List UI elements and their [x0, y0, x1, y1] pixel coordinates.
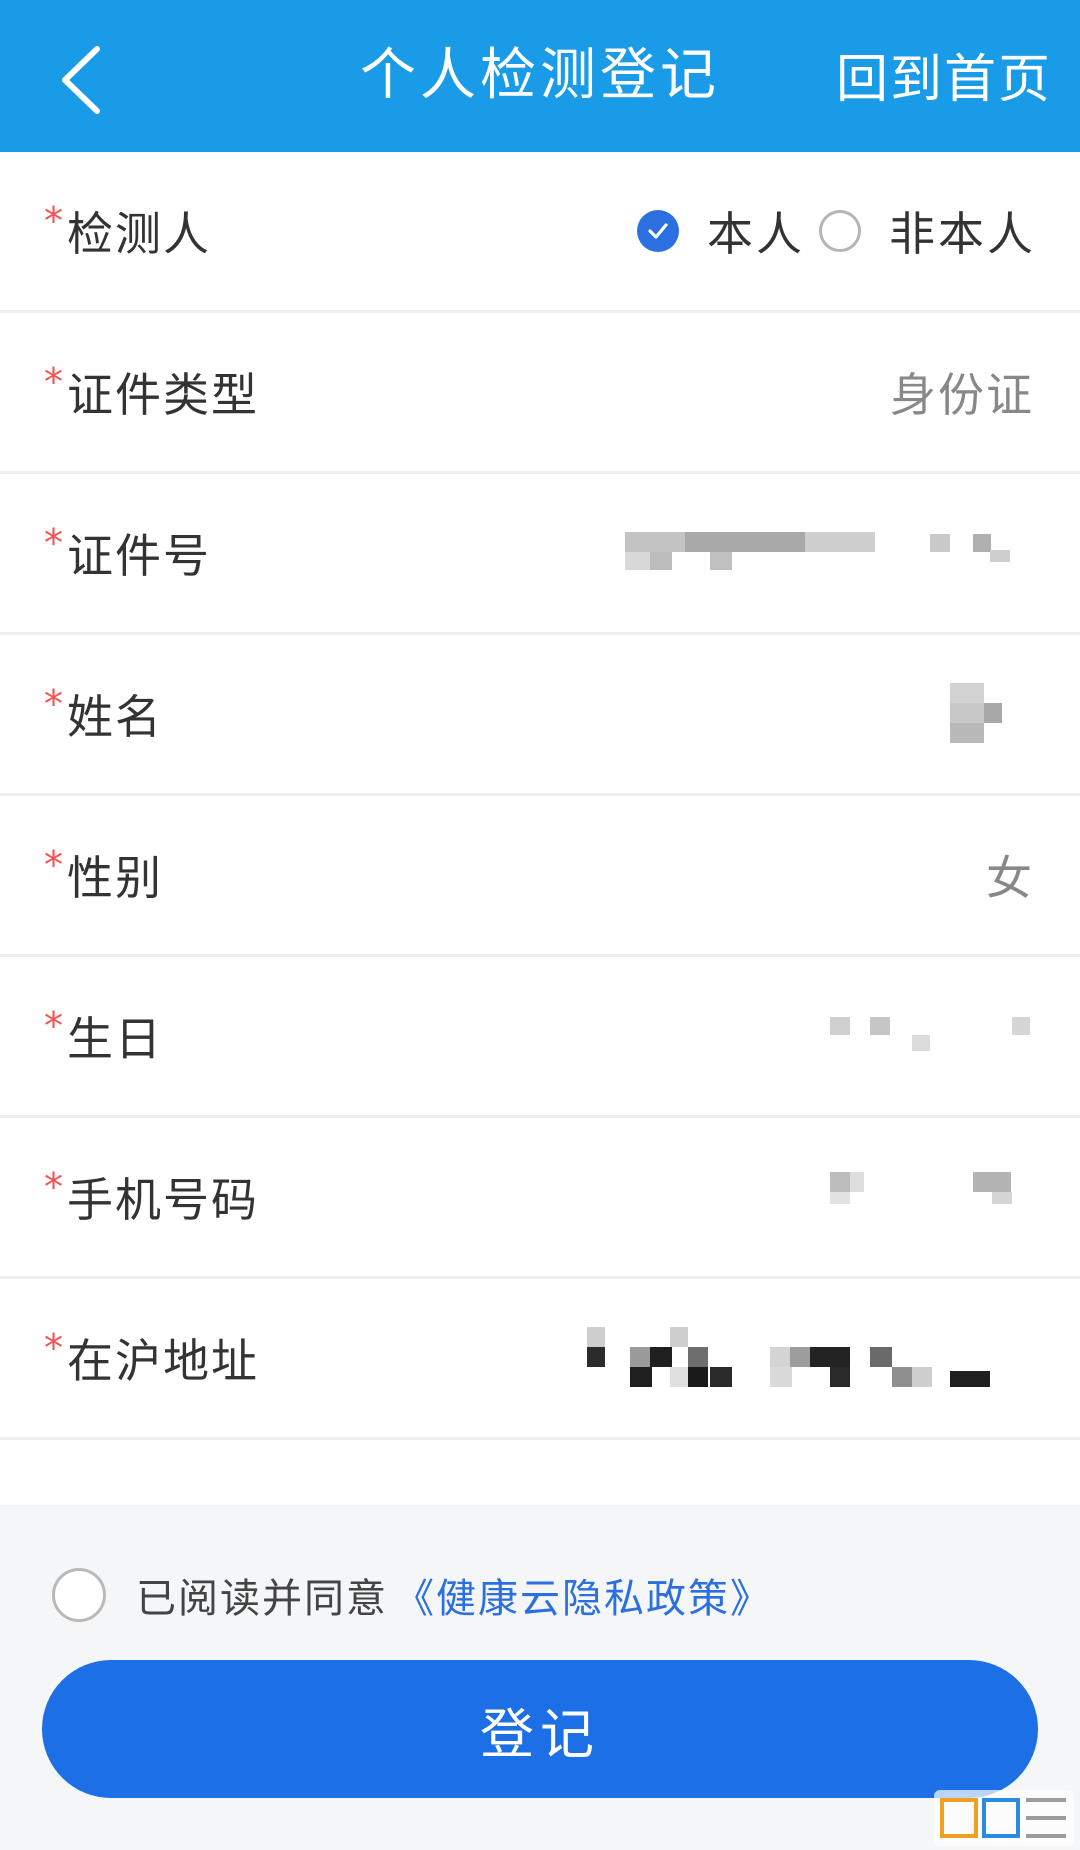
name-label-text: 姓名	[67, 690, 163, 744]
gender-label: * 性别	[44, 796, 163, 954]
id-type-value[interactable]: 身份证	[890, 313, 1034, 471]
agreement-checkbox[interactable]	[52, 1568, 106, 1622]
radio-self-label: 本人	[707, 207, 805, 261]
required-mark: *	[44, 843, 65, 887]
address-label-text: 在沪地址	[67, 1334, 259, 1388]
radio-unchecked-icon	[819, 210, 861, 252]
phone-label-text: 手机号码	[67, 1173, 259, 1227]
name-label: * 姓名	[44, 635, 163, 793]
required-mark: *	[44, 1165, 65, 1209]
id-type-label-text: 证件类型	[67, 368, 259, 422]
app-screen: 个人检测登记 回到首页 * 检测人 本人 非本人 * 证件类型 身份证 * 证件…	[0, 0, 1080, 1850]
address-redacted[interactable]	[585, 1327, 1005, 1397]
id-number-row: * 证件号	[0, 474, 1080, 635]
gender-value[interactable]: 女	[986, 796, 1034, 954]
birthday-redacted[interactable]	[830, 1017, 1030, 1067]
id-type-label: * 证件类型	[44, 313, 259, 471]
gender-label-text: 性别	[67, 851, 163, 905]
birthday-row: * 生日	[0, 957, 1080, 1118]
radio-other-label: 非本人	[889, 207, 1036, 261]
tester-label: * 检测人	[44, 152, 211, 310]
gender-row[interactable]: * 性别 女	[0, 796, 1080, 957]
required-mark: *	[44, 1004, 65, 1048]
id-number-redacted[interactable]	[625, 524, 1025, 584]
name-redacted[interactable]	[950, 683, 1020, 747]
radio-other[interactable]: 非本人	[819, 198, 1036, 264]
birthday-label: * 生日	[44, 957, 163, 1115]
radio-checked-icon	[637, 210, 679, 252]
962-net-logo-icon	[934, 1790, 1074, 1846]
top-bar: 个人检测登记 回到首页	[0, 0, 1080, 152]
address-label: * 在沪地址	[44, 1279, 259, 1437]
phone-row: * 手机号码	[0, 1118, 1080, 1279]
required-mark: *	[44, 682, 65, 726]
back-to-home-link[interactable]: 回到首页	[836, 0, 1052, 152]
tester-radio-group: 本人 非本人	[637, 152, 1036, 310]
birthday-label-text: 生日	[67, 1012, 163, 1066]
registration-form: * 检测人 本人 非本人 * 证件类型 身份证 * 证件号 * 姓名 * 性别 …	[0, 152, 1080, 1440]
required-mark: *	[44, 360, 65, 404]
required-mark: *	[44, 199, 65, 243]
chevron-left-icon	[62, 46, 100, 114]
address-row: * 在沪地址	[0, 1279, 1080, 1440]
phone-label: * 手机号码	[44, 1118, 259, 1276]
agreement-text: 已阅读并同意	[136, 1576, 388, 1622]
required-mark: *	[44, 1326, 65, 1370]
radio-self[interactable]: 本人	[637, 198, 805, 264]
back-button[interactable]	[30, 30, 130, 130]
id-number-label-text: 证件号	[67, 529, 211, 583]
required-mark: *	[44, 521, 65, 565]
register-button[interactable]: 登记	[42, 1660, 1038, 1798]
tester-label-text: 检测人	[67, 207, 211, 261]
agreement-row: 已阅读并同意 《健康云隐私政策》	[52, 1560, 772, 1630]
privacy-policy-link[interactable]: 《健康云隐私政策》	[394, 1566, 772, 1624]
id-type-row[interactable]: * 证件类型 身份证	[0, 313, 1080, 474]
tester-row: * 检测人 本人 非本人	[0, 152, 1080, 313]
phone-redacted[interactable]	[830, 1172, 1030, 1222]
name-row: * 姓名	[0, 635, 1080, 796]
id-number-label: * 证件号	[44, 474, 211, 632]
bottom-panel: 已阅读并同意 《健康云隐私政策》 登记	[0, 1505, 1080, 1850]
